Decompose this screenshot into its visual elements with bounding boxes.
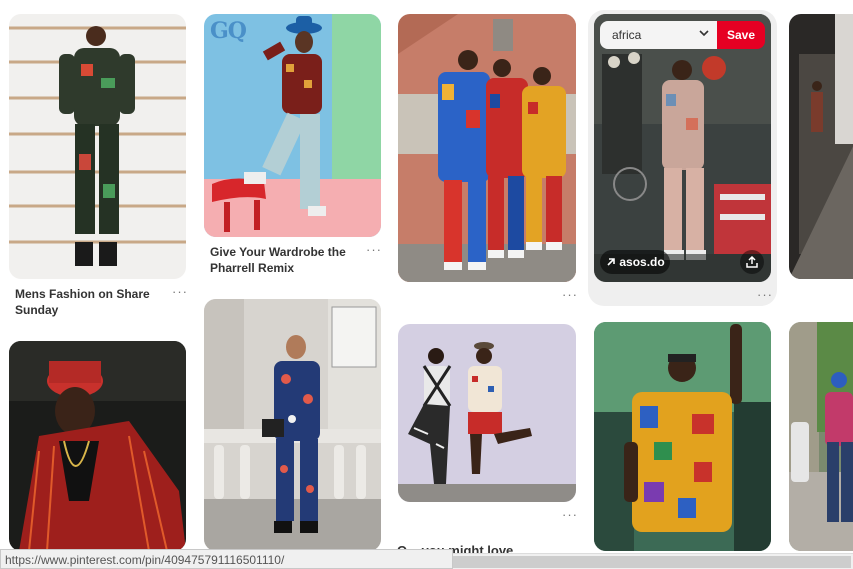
pin-title[interactable]: Mens Fashion on Share Sunday <box>15 286 165 318</box>
pin-image-colorful-shirt[interactable] <box>594 322 771 551</box>
share-button[interactable] <box>740 250 764 274</box>
pin-title[interactable]: Give Your Wardrobe the Pharrell Remix <box>210 244 360 276</box>
pin-image-red-stripes[interactable] <box>9 341 186 551</box>
more-icon[interactable]: ··· <box>562 508 578 521</box>
pin-photo <box>594 322 771 551</box>
share-icon <box>746 255 758 268</box>
more-icon[interactable]: ··· <box>172 285 188 298</box>
pin-image-couple-wall[interactable] <box>398 324 576 502</box>
pin-photo <box>789 14 853 279</box>
source-link-label: asos.do <box>619 255 665 269</box>
pin-photo <box>789 322 853 551</box>
pin-photo <box>594 14 771 282</box>
horizontal-scrollbar[interactable] <box>453 553 853 569</box>
arrow-up-right-icon <box>606 255 619 269</box>
scrollbar-thumb[interactable] <box>453 556 851 568</box>
board-select-value: africa <box>612 28 642 42</box>
chevron-down-icon <box>699 28 709 41</box>
pin-photo <box>398 14 576 282</box>
pin-image-mens-fashion[interactable] <box>9 14 186 279</box>
pin-photo <box>398 324 576 502</box>
pin-photo <box>204 299 381 551</box>
pin-image-floral-suit[interactable] <box>204 299 381 551</box>
board-select-dropdown[interactable]: africa <box>600 21 717 49</box>
pin-image-gq-pharrell[interactable]: GQ <box>204 14 381 237</box>
more-icon[interactable]: ··· <box>562 288 578 301</box>
more-icon[interactable]: ··· <box>366 243 382 256</box>
pin-image-street-style[interactable] <box>789 322 853 551</box>
pin-image-runway[interactable] <box>789 14 853 279</box>
pin-source-link[interactable]: asos.do <box>600 250 670 274</box>
pin-photo <box>9 341 186 551</box>
pin-image-asos[interactable] <box>594 14 771 282</box>
pin-photo <box>9 14 186 279</box>
gq-logo: GQ <box>210 18 247 44</box>
more-icon[interactable]: ··· <box>757 288 773 301</box>
status-bar-url: https://www.pinterest.com/pin/4094757911… <box>0 549 453 569</box>
save-button[interactable]: Save <box>717 21 765 49</box>
pin-image-three-suits[interactable] <box>398 14 576 282</box>
pin-photo <box>204 14 381 237</box>
